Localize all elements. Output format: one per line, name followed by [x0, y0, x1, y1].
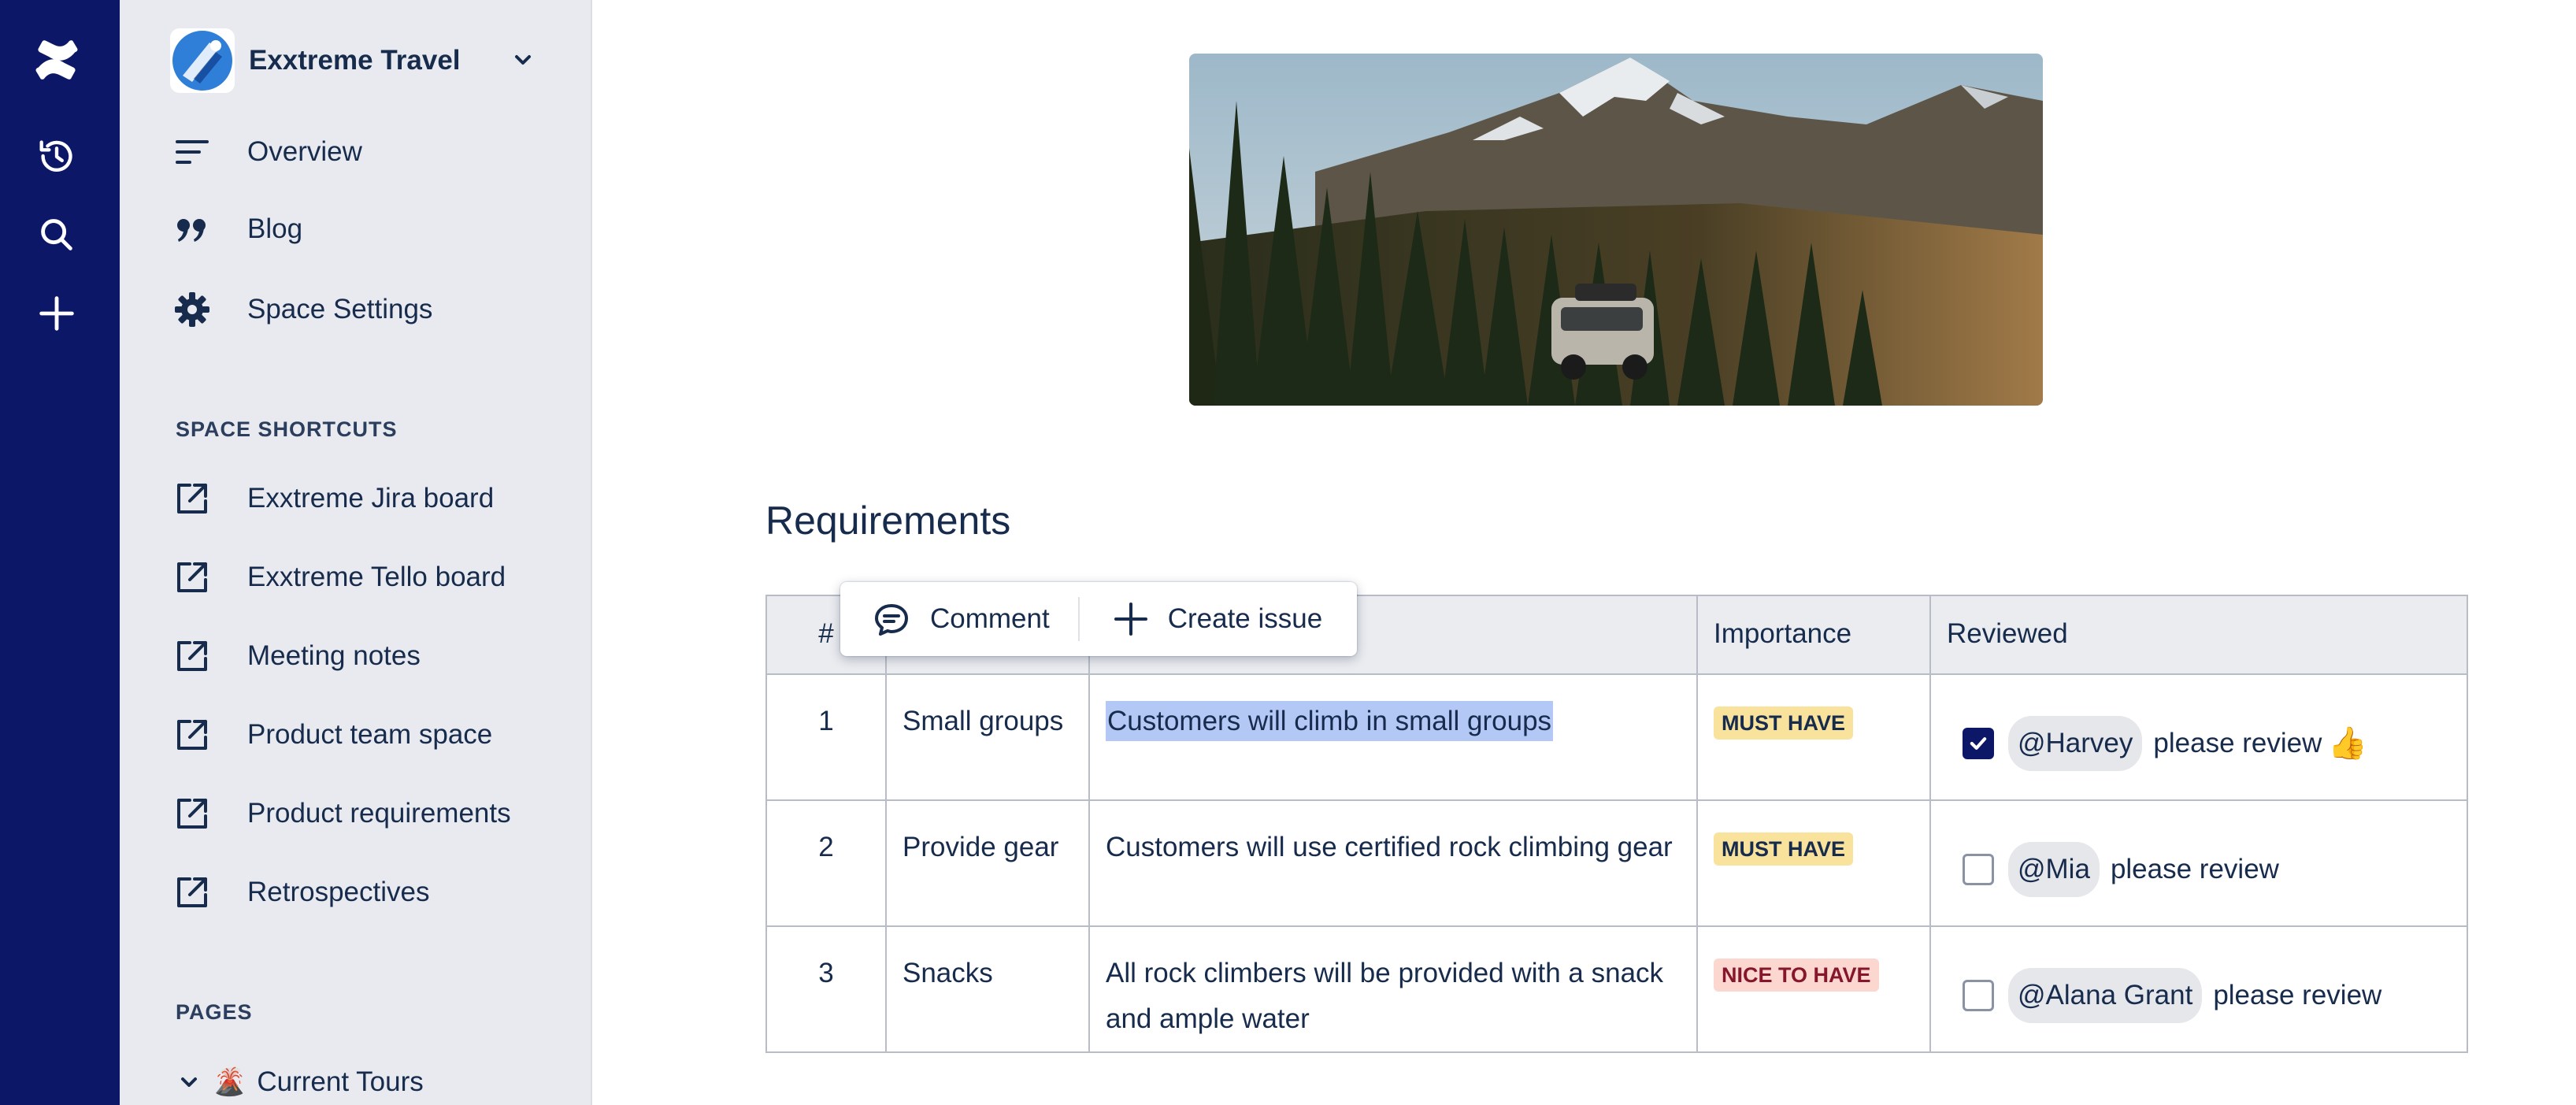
- shortcut-label: Product requirements: [247, 798, 511, 829]
- page-tree-item-current-tours[interactable]: 🌋 Current Tours: [176, 1059, 424, 1105]
- row-description: Customers will use certified rock climbi…: [1088, 799, 1698, 927]
- review-note: please review: [2153, 728, 2322, 758]
- shortcut-label: Product team space: [247, 719, 493, 750]
- search-icon[interactable]: [28, 206, 85, 263]
- thumbs-up-emoji-icon: 👍: [2328, 726, 2368, 761]
- space-avatar: [170, 28, 235, 93]
- table-row: 1 Small groups Customers will climb in s…: [765, 673, 2468, 801]
- review-checkbox[interactable]: [1963, 980, 1994, 1011]
- space-shortcuts-heading: SPACE SHORTCUTS: [176, 417, 398, 441]
- table-row: 2 Provide gear Customers will use certif…: [765, 799, 2468, 927]
- review-note: please review: [2110, 854, 2279, 884]
- review-checkbox[interactable]: [1963, 728, 1994, 759]
- row-title: Snacks: [885, 925, 1090, 1053]
- confluence-logo-svg: [35, 40, 78, 80]
- overview-icon: [170, 130, 214, 174]
- pages-heading: PAGES: [176, 1000, 253, 1024]
- user-mention[interactable]: @Mia: [2008, 842, 2100, 897]
- plus-icon: [1114, 603, 1147, 636]
- user-mention[interactable]: @Alana Grant: [2008, 968, 2203, 1023]
- status-badge: MUST HAVE: [1714, 832, 1854, 866]
- selected-text[interactable]: Customers will climb in small groups: [1106, 701, 1554, 741]
- comment-label: Comment: [930, 603, 1050, 634]
- row-description: Customers will climb in small groups: [1088, 673, 1698, 801]
- status-badge: NICE TO HAVE: [1714, 959, 1879, 992]
- global-nav-rail: [0, 0, 120, 1105]
- sidebar-item-label: Overview: [247, 136, 362, 167]
- row-number: 2: [765, 799, 887, 927]
- row-number: 1: [765, 673, 887, 801]
- status-badge: MUST HAVE: [1714, 706, 1854, 740]
- chevron-down-icon: [515, 55, 531, 65]
- review-note: please review: [2213, 980, 2382, 1010]
- quote-icon: [170, 207, 214, 251]
- confluence-logo-icon[interactable]: [28, 32, 85, 88]
- selection-toolbar: Comment Create issue: [840, 582, 1357, 656]
- sidebar-item-overview[interactable]: Overview: [170, 121, 564, 183]
- shortcut-label: Exxtreme Jira board: [247, 483, 495, 514]
- user-mention[interactable]: @Harvey: [2008, 716, 2143, 771]
- external-link-icon: [170, 476, 214, 521]
- sidebar-item-label: Blog: [247, 213, 303, 244]
- shortcut-product-team-space[interactable]: Product team space: [170, 704, 564, 766]
- space-name: Exxtreme Travel: [249, 45, 461, 76]
- comment-icon: [875, 604, 908, 636]
- external-link-icon: [170, 713, 214, 757]
- row-reviewed: @Alana Grant please review: [1929, 925, 2468, 1053]
- create-issue-label: Create issue: [1167, 603, 1323, 634]
- shortcut-meeting-notes[interactable]: Meeting notes: [170, 625, 564, 687]
- gear-icon: [170, 287, 214, 332]
- requirements-table: # Importance Reviewed 1 Small groups Cus…: [765, 595, 2468, 1053]
- review-checkbox[interactable]: [1963, 854, 1994, 885]
- row-importance: MUST HAVE: [1696, 799, 1931, 927]
- mountain-landscape-image: [1189, 54, 2043, 406]
- page-tree-label: Current Tours: [257, 1066, 424, 1097]
- row-title: Provide gear: [885, 799, 1090, 927]
- comment-button[interactable]: Comment: [840, 582, 1078, 656]
- row-importance: MUST HAVE: [1696, 673, 1931, 801]
- create-issue-button[interactable]: Create issue: [1080, 582, 1346, 656]
- shortcut-label: Meeting notes: [247, 640, 421, 671]
- space-sidebar: Exxtreme Travel Overview Blog Space Sett…: [120, 0, 592, 1105]
- shortcut-product-requirements[interactable]: Product requirements: [170, 783, 564, 844]
- shortcut-label: Exxtreme Tello board: [247, 562, 506, 592]
- shortcut-label: Retrospectives: [247, 877, 430, 907]
- sidebar-item-label: Space Settings: [247, 294, 433, 324]
- requirements-heading: Requirements: [765, 499, 1011, 543]
- sidebar-item-space-settings[interactable]: Space Settings: [170, 279, 564, 340]
- external-link-icon: [170, 555, 214, 599]
- row-description: All rock climbers will be provided with …: [1088, 925, 1698, 1053]
- row-title: Small groups: [885, 673, 1090, 801]
- space-switcher[interactable]: Exxtreme Travel: [170, 27, 564, 95]
- external-link-icon: [170, 634, 214, 678]
- volcano-emoji-icon: 🌋: [213, 1067, 246, 1097]
- column-header-importance: Importance: [1696, 595, 1931, 675]
- header-image: [1189, 54, 2043, 406]
- row-reviewed: @Harvey please review 👍: [1929, 673, 2468, 801]
- external-link-icon: [170, 792, 214, 836]
- create-plus-icon[interactable]: [28, 285, 85, 342]
- shortcut-tello-board[interactable]: Exxtreme Tello board: [170, 547, 564, 608]
- table-row: 3 Snacks All rock climbers will be provi…: [765, 925, 2468, 1053]
- chevron-down-icon[interactable]: [176, 1070, 202, 1095]
- checkmark-icon: [1970, 737, 1987, 750]
- row-importance: NICE TO HAVE: [1696, 925, 1931, 1053]
- external-link-icon: [170, 870, 214, 914]
- column-header-reviewed: Reviewed: [1929, 595, 2468, 675]
- recent-history-icon[interactable]: [28, 128, 85, 184]
- sidebar-item-blog[interactable]: Blog: [170, 198, 564, 260]
- shortcut-jira-board[interactable]: Exxtreme Jira board: [170, 468, 564, 529]
- shortcut-retrospectives[interactable]: Retrospectives: [170, 862, 564, 923]
- row-reviewed: @Mia please review: [1929, 799, 2468, 927]
- row-number: 3: [765, 925, 887, 1053]
